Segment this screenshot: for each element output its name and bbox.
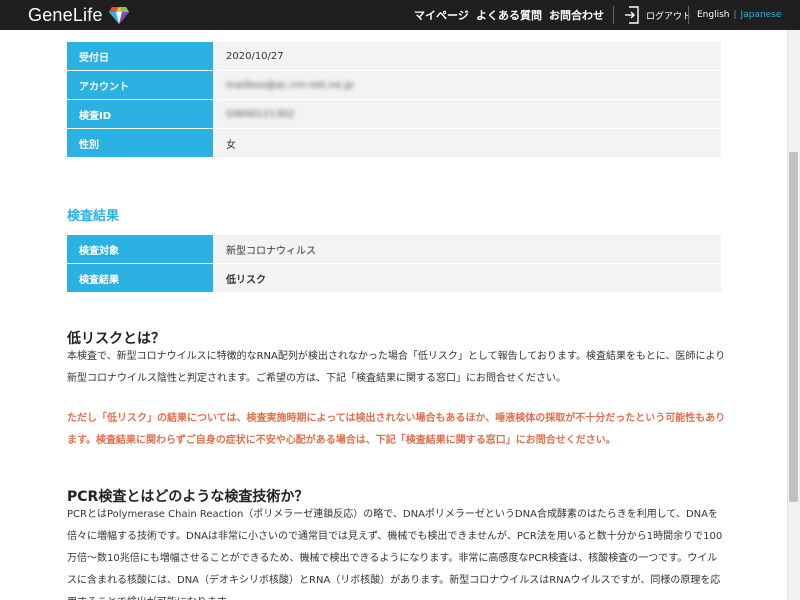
table-row: 検査ID GW00121302 bbox=[67, 100, 721, 128]
logout-icon bbox=[625, 6, 639, 24]
scrollbar-thumb[interactable] bbox=[789, 152, 798, 502]
diamond-logo-icon bbox=[108, 7, 129, 24]
test-result-value: 低リスク bbox=[213, 264, 721, 292]
low-risk-body: 本検査で、新型コロナウイルスに特徴的なRNA配列が検出されなかった場合「低リスク… bbox=[67, 351, 726, 384]
test-target-value: 新型コロナウィルス bbox=[213, 235, 721, 263]
receipt-date-value: 2020/10/27 bbox=[213, 42, 721, 70]
language-switcher: English | Japanese bbox=[697, 0, 781, 30]
nav-faq-link[interactable]: よくある質問 bbox=[476, 7, 542, 23]
table-row: 検査結果 低リスク bbox=[67, 264, 721, 292]
receipt-date-label: 受付日 bbox=[67, 42, 213, 70]
account-info-table: 受付日 2020/10/27 アカウント mailbox@ac.cm-net.n… bbox=[67, 41, 721, 158]
table-row: アカウント mailbox@ac.cm-net.ne.jp bbox=[67, 71, 721, 99]
test-id-label: 検査ID bbox=[67, 100, 213, 128]
result-section-title: 検査結果 bbox=[67, 209, 120, 224]
test-target-label: 検査対象 bbox=[67, 235, 213, 263]
test-result-label: 検査結果 bbox=[67, 264, 213, 292]
test-id-value: GW00121302 bbox=[226, 108, 295, 120]
nav-mypage-link[interactable]: マイページ bbox=[414, 7, 469, 23]
table-row: 検査対象 新型コロナウィルス bbox=[67, 235, 721, 263]
genelife-logo[interactable]: GeneLife bbox=[28, 3, 130, 27]
logo-text: GeneLife bbox=[28, 4, 103, 25]
gender-label: 性別 bbox=[67, 129, 213, 157]
lang-separator: | bbox=[733, 10, 737, 20]
nav-faq[interactable]: よくある質問 bbox=[476, 0, 542, 30]
nav-divider bbox=[613, 6, 614, 24]
result-table: 検査対象 新型コロナウィルス 検査結果 低リスク bbox=[67, 234, 721, 293]
table-row: 性別 女 bbox=[67, 129, 721, 157]
nav-contact[interactable]: お問合わせ bbox=[549, 0, 604, 30]
table-row: 受付日 2020/10/27 bbox=[67, 42, 721, 70]
logout-button[interactable]: ログアウト bbox=[624, 0, 691, 30]
lang-english[interactable]: English bbox=[697, 10, 730, 20]
low-risk-warning: ただし「低リスク」の結果については、検査実施時期によっては検出されない場合もある… bbox=[67, 413, 726, 446]
nav-contact-link[interactable]: お問合わせ bbox=[549, 7, 604, 23]
gender-value: 女 bbox=[213, 129, 721, 157]
logout-label: ログアウト bbox=[646, 11, 692, 22]
nav-divider bbox=[688, 6, 689, 24]
lang-japanese[interactable]: Japanese bbox=[741, 10, 782, 20]
account-label: アカウント bbox=[67, 71, 213, 99]
low-risk-heading: 低リスクとは？ bbox=[67, 331, 165, 347]
nav-mypage[interactable]: マイページ bbox=[414, 0, 469, 30]
pcr-body: PCRとはPolymerase Chain Reaction（ポリメラーゼ連鎖反… bbox=[67, 509, 723, 600]
account-value: mailbox@ac.cm-net.ne.jp bbox=[226, 79, 354, 91]
pcr-heading: PCR検査とはどのような検査技術か？ bbox=[67, 489, 309, 505]
